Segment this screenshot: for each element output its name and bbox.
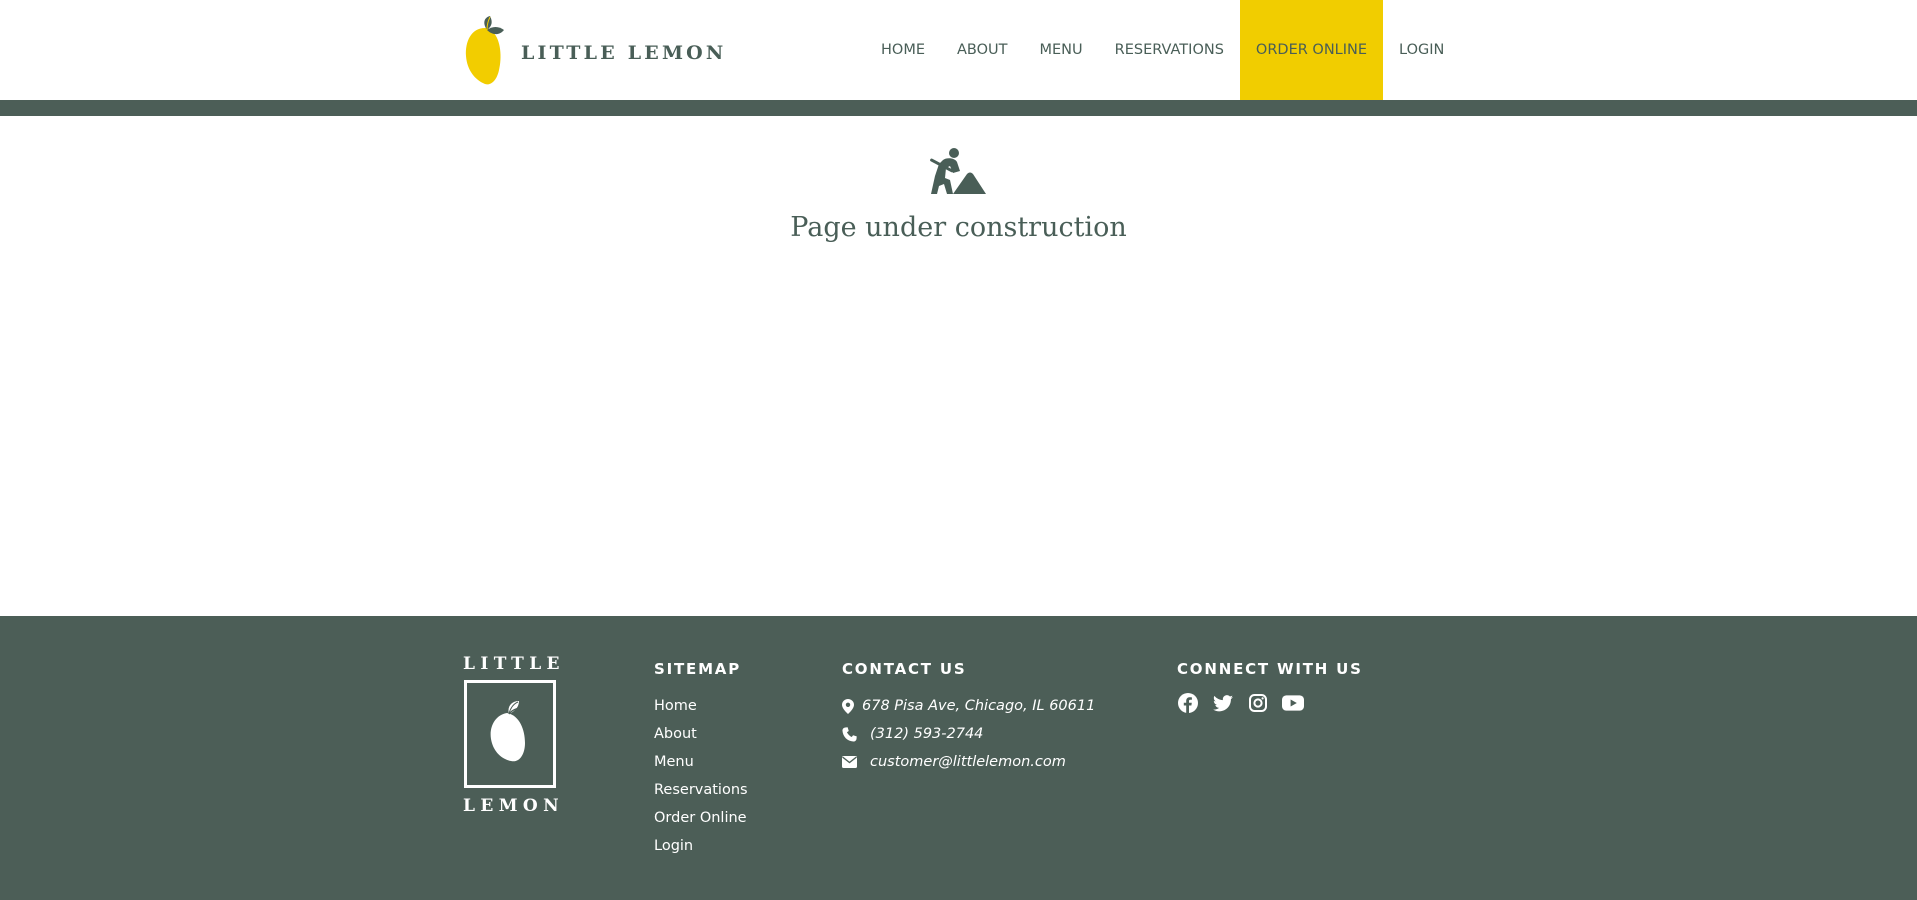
sitemap-section: SITEMAP Home About Menu Reservations Ord… — [654, 660, 748, 860]
lemon-logo-icon — [465, 16, 504, 85]
footer-logo-top-word: LITTLE — [463, 654, 565, 674]
contact-heading: CONTACT US — [842, 660, 967, 678]
nav-reservations[interactable]: RESERVATIONS — [1099, 0, 1240, 100]
sitemap-link-home[interactable]: Home — [654, 692, 748, 720]
page-title: Page under construction — [790, 212, 1127, 243]
phone-icon — [842, 726, 866, 742]
connect-section: CONNECT WITH US — [1177, 660, 1363, 714]
brand-logo[interactable]: LITTLE LEMON — [463, 14, 727, 86]
contact-address: 678 Pisa Ave, Chicago, IL 60611 — [842, 692, 1095, 720]
contact-address-text: 678 Pisa Ave, Chicago, IL 60611 — [862, 698, 1096, 714]
main-nav: HOME ABOUT MENU RESERVATIONS ORDER ONLIN… — [865, 0, 1460, 100]
sitemap-link-about[interactable]: About — [654, 720, 748, 748]
nav-login[interactable]: LOGIN — [1383, 0, 1460, 100]
social-links — [1177, 692, 1363, 714]
person-digging-icon — [930, 148, 986, 194]
header-divider-band — [0, 100, 1917, 116]
sitemap-link-order-online[interactable]: Order Online — [654, 804, 748, 832]
nav-home[interactable]: HOME — [865, 0, 941, 100]
sitemap-link-reservations[interactable]: Reservations — [654, 776, 748, 804]
contact-phone: (312) 593-2744 — [842, 720, 1095, 748]
contact-phone-text[interactable]: (312) 593-2744 — [870, 726, 983, 742]
twitter-icon[interactable] — [1212, 692, 1234, 714]
sitemap-link-menu[interactable]: Menu — [654, 748, 748, 776]
youtube-icon[interactable] — [1282, 692, 1304, 714]
site-footer: LITTLE LEMON SITEMAP Home About Menu Res… — [0, 616, 1917, 900]
brand-name: LITTLE LEMON — [521, 42, 727, 64]
contact-email: customer@littlelemon.com — [842, 748, 1095, 776]
nav-order-online[interactable]: ORDER ONLINE — [1239, 0, 1384, 100]
envelope-icon — [842, 756, 866, 768]
contact-section: CONTACT US 678 Pisa Ave, Chicago, IL 606… — [842, 660, 1095, 776]
facebook-icon[interactable] — [1177, 692, 1199, 714]
instagram-icon[interactable] — [1247, 692, 1269, 714]
sitemap-heading: SITEMAP — [654, 660, 741, 678]
main-content: Page under construction — [0, 116, 1917, 616]
lemon-icon — [490, 701, 526, 762]
connect-heading: CONNECT WITH US — [1177, 660, 1363, 678]
footer-logo-bottom-word: LEMON — [463, 796, 565, 816]
sitemap-link-login[interactable]: Login — [654, 832, 748, 860]
site-header: LITTLE LEMON HOME ABOUT MENU RESERVATION… — [0, 0, 1917, 100]
nav-about[interactable]: ABOUT — [941, 0, 1024, 100]
contact-email-text[interactable]: customer@littlelemon.com — [870, 754, 1066, 770]
footer-logo-frame — [464, 680, 556, 788]
nav-menu[interactable]: MENU — [1024, 0, 1099, 100]
footer-logo[interactable]: LITTLE LEMON — [463, 654, 563, 816]
